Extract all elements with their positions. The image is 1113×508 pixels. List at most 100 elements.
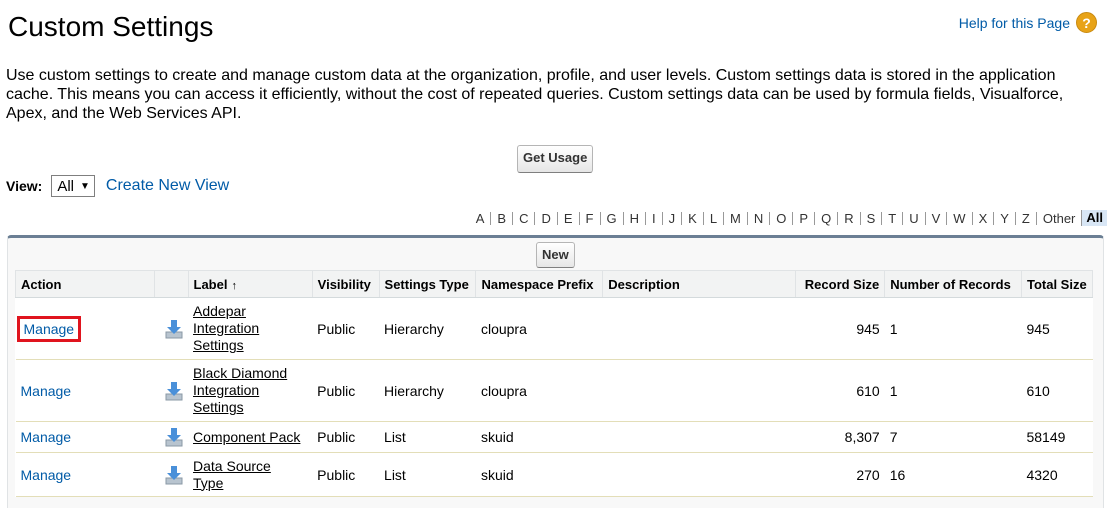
- col-namespace-prefix[interactable]: Namespace Prefix: [475, 270, 604, 298]
- alpha-filter-m[interactable]: M: [723, 211, 747, 225]
- alpha-filter-y[interactable]: Y: [993, 211, 1015, 225]
- alpha-filter-z[interactable]: Z: [1014, 211, 1036, 225]
- custom-settings-table: Action Label ↑ Visibility Settings Type N…: [15, 270, 1094, 497]
- create-new-view-link[interactable]: Create New View: [106, 177, 229, 195]
- alpha-filter-p[interactable]: P: [792, 211, 814, 225]
- visibility-cell: Public: [312, 421, 380, 453]
- visibility-cell: Public: [312, 297, 380, 360]
- help-link-label[interactable]: Help for this Page: [959, 15, 1070, 31]
- col-description[interactable]: Description: [602, 270, 797, 298]
- settings-type-cell: Hierarchy: [379, 297, 476, 360]
- namespace-prefix-cell: cloupra: [475, 297, 603, 360]
- alpha-filter-all[interactable]: All: [1081, 210, 1107, 226]
- alpha-filter-k[interactable]: K: [681, 211, 703, 225]
- alpha-filter-e[interactable]: E: [556, 211, 579, 225]
- description-cell: [602, 359, 796, 422]
- alpha-filter-b[interactable]: B: [490, 211, 512, 225]
- col-total-size[interactable]: Total Size: [1020, 270, 1094, 298]
- alpha-filter-n[interactable]: N: [746, 211, 769, 225]
- new-button[interactable]: New: [536, 242, 575, 268]
- alpha-filter-h[interactable]: H: [622, 211, 645, 225]
- col-record-size[interactable]: Record Size: [795, 270, 886, 298]
- download-icon[interactable]: [165, 465, 183, 485]
- col-visibility[interactable]: Visibility: [311, 270, 380, 298]
- record-size-cell: 610: [795, 359, 885, 422]
- alpha-filter-o[interactable]: O: [769, 211, 792, 225]
- namespace-prefix-cell: cloupra: [475, 359, 603, 422]
- description-cell: [602, 421, 796, 453]
- intro-text: Use custom settings to create and manage…: [6, 67, 1064, 122]
- label-cell: Data Source Type: [188, 452, 313, 497]
- chevron-down-icon: ▼: [79, 180, 90, 192]
- alpha-filter-g[interactable]: G: [599, 211, 623, 225]
- manage-link[interactable]: Manage: [21, 383, 72, 399]
- manage-link[interactable]: Manage: [21, 429, 72, 445]
- alpha-filter-q[interactable]: Q: [814, 211, 837, 225]
- sort-ascending-icon: ↑: [231, 279, 237, 292]
- label-cell: Black Diamond Integration Settings: [188, 359, 313, 422]
- number-of-records-cell: 7: [884, 421, 1022, 453]
- action-cell: Manage: [15, 297, 155, 360]
- alpha-filter-u[interactable]: U: [902, 211, 924, 225]
- total-size-cell: 4320: [1021, 452, 1093, 497]
- total-size-cell: 945: [1021, 297, 1093, 360]
- col-spacer: [153, 270, 189, 298]
- get-usage-button[interactable]: Get Usage: [517, 145, 594, 173]
- manage-link[interactable]: Manage: [16, 315, 82, 342]
- view-select[interactable]: All ▼: [51, 175, 95, 197]
- download-icon[interactable]: [165, 427, 183, 447]
- view-row: View: All ▼ Create New View: [6, 175, 229, 197]
- alpha-filter-i[interactable]: I: [645, 211, 662, 225]
- help-link[interactable]: Help for this Page ?: [959, 12, 1097, 33]
- label-cell: Addepar Integration Settings: [188, 297, 313, 360]
- help-icon[interactable]: ?: [1076, 12, 1097, 33]
- settings-type-cell: Hierarchy: [379, 359, 476, 422]
- description-cell: [602, 297, 796, 360]
- alpha-filter-d[interactable]: D: [534, 211, 556, 225]
- alpha-filter-l[interactable]: L: [702, 211, 723, 225]
- col-action: Action: [15, 270, 155, 298]
- download-icon[interactable]: [165, 381, 183, 401]
- number-of-records-cell: 16: [884, 452, 1022, 497]
- alpha-filter-j[interactable]: J: [661, 211, 682, 225]
- col-label-text[interactable]: Label: [194, 277, 228, 292]
- alpha-filter-t[interactable]: T: [881, 211, 902, 225]
- setting-label-link[interactable]: Component Pack: [193, 429, 300, 446]
- alpha-filter-other[interactable]: Other: [1035, 211, 1082, 225]
- download-cell: [154, 421, 189, 453]
- setting-label-link[interactable]: Addepar Integration Settings: [193, 303, 303, 354]
- total-size-cell: 610: [1021, 359, 1093, 422]
- namespace-prefix-cell: skuid: [475, 452, 603, 497]
- col-number-of-records[interactable]: Number of Records: [884, 270, 1022, 298]
- settings-type-cell: List: [379, 452, 476, 497]
- record-size-cell: 945: [795, 297, 885, 360]
- alpha-filter-v[interactable]: V: [924, 211, 947, 225]
- alpha-filter-c[interactable]: C: [512, 211, 534, 225]
- col-label[interactable]: Label ↑: [187, 270, 313, 298]
- setting-label-link[interactable]: Data Source Type: [193, 458, 303, 492]
- alpha-filter-w[interactable]: W: [946, 211, 971, 225]
- label-cell: Component Pack: [188, 421, 313, 453]
- visibility-cell: Public: [312, 452, 380, 497]
- description-cell: [602, 452, 796, 497]
- action-cell: Manage: [15, 452, 155, 497]
- alpha-filter-r[interactable]: R: [837, 211, 859, 225]
- alpha-filter: A B C D E F G H I J K L M N O P Q R S T U V W X Y Z Other All: [470, 210, 1107, 226]
- page-title: Custom Settings: [8, 11, 214, 42]
- alpha-filter-a[interactable]: A: [470, 212, 491, 225]
- total-size-cell: 58149: [1021, 421, 1093, 453]
- namespace-prefix-cell: skuid: [475, 421, 603, 453]
- record-size-cell: 270: [795, 452, 885, 497]
- number-of-records-cell: 1: [884, 359, 1022, 422]
- download-cell: [154, 297, 189, 360]
- alpha-filter-s[interactable]: S: [859, 211, 882, 225]
- setting-label-link[interactable]: Black Diamond Integration Settings: [193, 365, 303, 416]
- settings-type-cell: List: [379, 421, 476, 453]
- alpha-filter-x[interactable]: X: [971, 211, 994, 225]
- alpha-filter-f[interactable]: F: [578, 211, 600, 225]
- table-header-row: Action Label ↑ Visibility Settings Type N…: [15, 270, 1094, 298]
- table-row: Manage Data Source Type Public List skuid 270…: [15, 452, 1093, 497]
- col-settings-type[interactable]: Settings Type: [378, 270, 477, 298]
- download-icon[interactable]: [165, 319, 183, 339]
- manage-link[interactable]: Manage: [21, 467, 72, 483]
